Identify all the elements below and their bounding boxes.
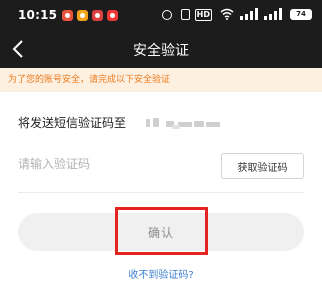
- status-time: 10:15: [18, 8, 58, 22]
- wifi-icon: [220, 8, 234, 20]
- get-code-button[interactable]: 获取验证码: [221, 153, 304, 179]
- app-notification-icon: [107, 10, 118, 21]
- header: 安全验证: [0, 30, 322, 68]
- signal-icon: [264, 8, 284, 20]
- alarm-icon: [162, 10, 172, 20]
- app-notification-icon: [62, 10, 73, 21]
- battery-icon: 74: [290, 9, 312, 20]
- page-title: 安全验证: [133, 43, 189, 59]
- divider: [18, 192, 304, 193]
- vibrate-icon: [181, 9, 190, 20]
- status-bar: 10:15 HD 74: [0, 0, 322, 30]
- security-notice: 为了您的账号安全，请完成以下安全验证: [0, 68, 322, 92]
- security-verification-screen: 10:15 HD 74 安全验证 为了您的账号安全，请完成以下安全验证 将发送短…: [0, 0, 322, 296]
- hd-icon: HD: [194, 9, 212, 21]
- confirm-button[interactable]: 确认: [18, 213, 304, 251]
- app-notification-icon: [77, 10, 88, 21]
- verification-code-input[interactable]: [18, 152, 208, 176]
- masked-phone-number: [146, 115, 222, 129]
- app-notification-icon: [92, 10, 103, 21]
- no-code-help-link[interactable]: 收不到验证码?: [0, 266, 322, 281]
- signal-icon: [240, 8, 260, 20]
- send-sms-text: 将发送短信验证码至: [18, 116, 127, 130]
